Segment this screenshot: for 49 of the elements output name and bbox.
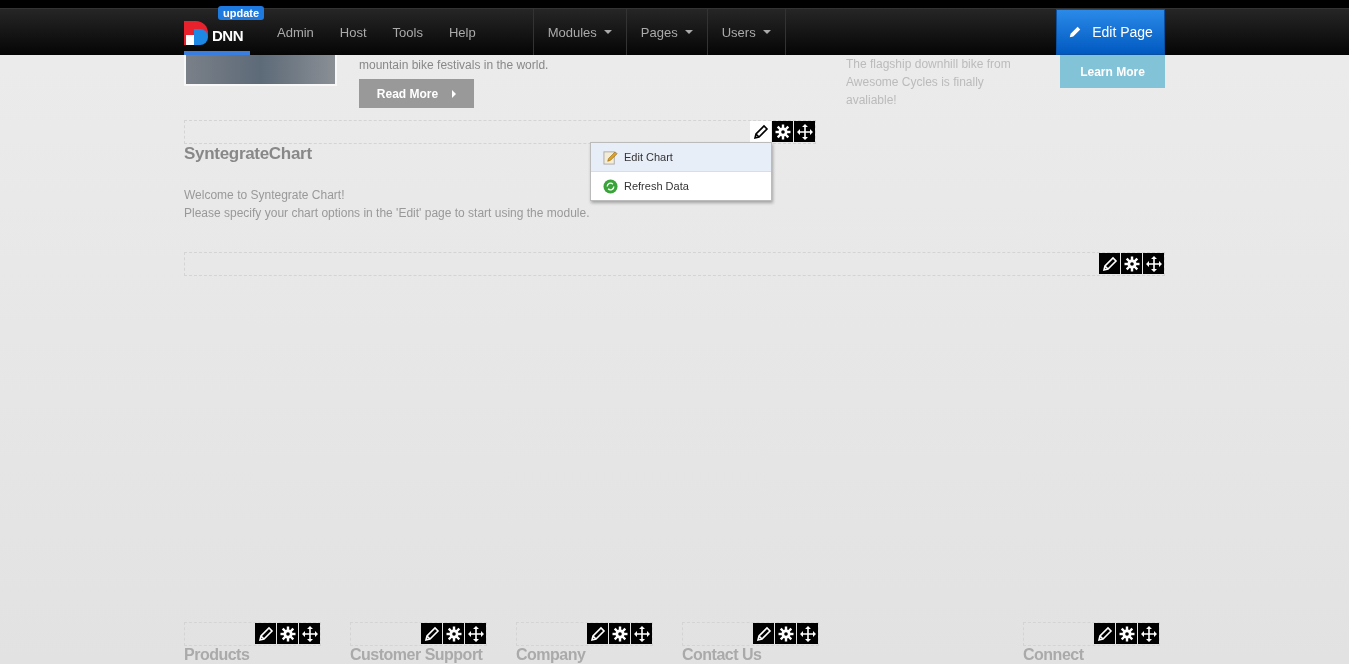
nav-link[interactable]: Admin	[264, 9, 327, 55]
footer-heading: Connect	[1023, 646, 1085, 664]
banner-text: mountain bike festivals in the world.	[359, 58, 550, 72]
footer-heading: Company	[516, 646, 587, 664]
pencil-icon[interactable]	[421, 623, 442, 644]
caret-icon	[684, 30, 693, 34]
settings-icon[interactable]	[1116, 623, 1137, 644]
footer-heading: Products	[184, 646, 251, 664]
caret-icon	[762, 30, 771, 34]
nav-dropdown[interactable]: Pages	[626, 9, 708, 55]
move-icon[interactable]	[299, 623, 320, 644]
settings-icon[interactable]	[443, 623, 464, 644]
module-text: Please specify your chart options in the 'Edit' page to start using the module.	[184, 205, 591, 222]
menu-item[interactable]: Edit Chart	[591, 143, 771, 171]
pencil-icon[interactable]	[753, 623, 774, 644]
settings-icon[interactable]	[609, 623, 630, 644]
nav-link[interactable]: Help	[435, 9, 489, 55]
settings-icon[interactable]	[772, 121, 793, 142]
update-badge[interactable]: update	[218, 6, 265, 20]
pencil-icon[interactable]	[1094, 623, 1115, 644]
settings-icon[interactable]	[775, 623, 796, 644]
footer-heading: Contact Us	[682, 646, 763, 664]
move-icon[interactable]	[794, 121, 815, 142]
edit-page-button[interactable]: Edit Page	[1056, 9, 1165, 55]
caret-icon	[452, 89, 457, 98]
settings-icon[interactable]	[1121, 253, 1142, 274]
move-icon[interactable]	[1143, 253, 1164, 274]
module-title: SyntegrateChart	[184, 144, 312, 164]
caret-icon	[603, 30, 612, 34]
move-icon[interactable]	[797, 623, 818, 644]
logo-text[interactable]: DNN	[212, 26, 243, 44]
edit-icon	[603, 149, 618, 165]
settings-icon[interactable]	[277, 623, 298, 644]
move-icon[interactable]	[631, 623, 652, 644]
move-icon[interactable]	[1138, 623, 1159, 644]
pencil-icon[interactable]	[587, 623, 608, 644]
menu-item[interactable]: Refresh Data	[591, 171, 771, 200]
nav-dropdown[interactable]: Modules	[533, 9, 627, 55]
refresh-icon	[603, 178, 618, 194]
pencil-icon[interactable]	[255, 623, 276, 644]
pencil-icon	[1068, 25, 1083, 39]
nav-link[interactable]: Tools	[379, 9, 436, 55]
pencil-icon[interactable]	[1099, 253, 1120, 274]
pencil-icon[interactable]	[750, 121, 771, 142]
active-underline	[184, 51, 250, 55]
nav-link[interactable]: Host	[326, 9, 380, 55]
footer-heading: Customer Support	[350, 646, 484, 664]
nav-dropdown[interactable]: Users	[707, 9, 786, 55]
move-icon[interactable]	[465, 623, 486, 644]
